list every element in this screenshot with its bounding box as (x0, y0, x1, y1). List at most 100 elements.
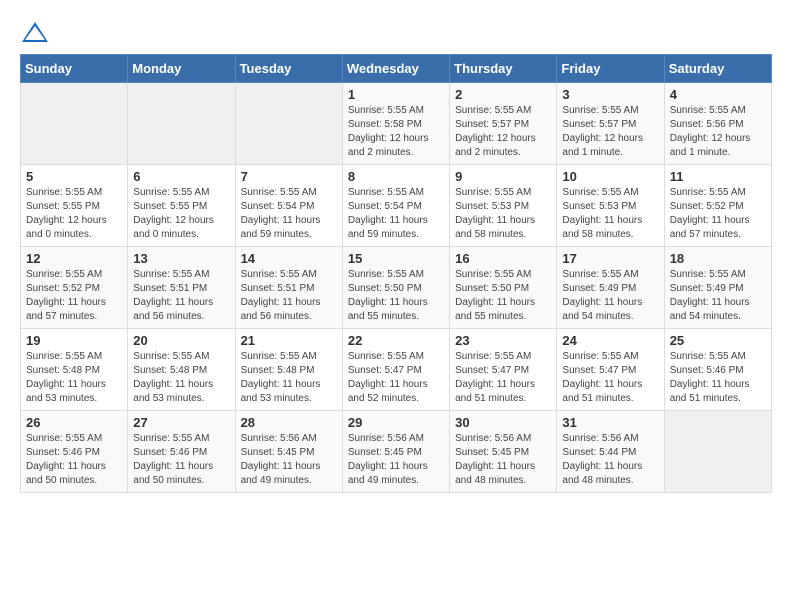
calendar-cell (664, 411, 771, 493)
weekday-header-sunday: Sunday (21, 55, 128, 83)
day-info: Sunrise: 5:55 AM Sunset: 5:50 PM Dayligh… (455, 268, 551, 324)
day-info: Sunrise: 5:56 AM Sunset: 5:44 PM Dayligh… (562, 432, 658, 488)
day-number: 4 (670, 87, 766, 102)
day-info: Sunrise: 5:55 AM Sunset: 5:48 PM Dayligh… (26, 350, 122, 406)
calendar-cell: 26 Sunrise: 5:55 AM Sunset: 5:46 PM Dayli… (21, 411, 128, 493)
day-number: 1 (348, 87, 444, 102)
day-info: Sunrise: 5:55 AM Sunset: 5:48 PM Dayligh… (133, 350, 229, 406)
day-info: Sunrise: 5:55 AM Sunset: 5:52 PM Dayligh… (26, 268, 122, 324)
day-info: Sunrise: 5:55 AM Sunset: 5:54 PM Dayligh… (241, 186, 337, 242)
weekday-header-wednesday: Wednesday (342, 55, 449, 83)
calendar-cell: 10 Sunrise: 5:55 AM Sunset: 5:53 PM Dayli… (557, 165, 664, 247)
calendar-cell (235, 83, 342, 165)
calendar-cell: 22Sunrise: 5:55 AM Sunset: 5:47 PM Dayli… (342, 329, 449, 411)
weekday-header-thursday: Thursday (450, 55, 557, 83)
page-header (20, 20, 772, 44)
calendar-cell: 28Sunrise: 5:56 AM Sunset: 5:45 PM Dayli… (235, 411, 342, 493)
day-number: 5 (26, 169, 122, 184)
calendar-cell: 8 Sunrise: 5:55 AM Sunset: 5:54 PM Daylig… (342, 165, 449, 247)
day-info: Sunrise: 5:55 AM Sunset: 5:46 PM Dayligh… (670, 350, 766, 406)
calendar-cell: 12 Sunrise: 5:55 AM Sunset: 5:52 PM Dayli… (21, 247, 128, 329)
calendar-cell: 1 Sunrise: 5:55 AM Sunset: 5:58 PM Daylig… (342, 83, 449, 165)
day-info: Sunrise: 5:55 AM Sunset: 5:51 PM Dayligh… (241, 268, 337, 324)
day-info: Sunrise: 5:55 AM Sunset: 5:54 PM Dayligh… (348, 186, 444, 242)
calendar-cell: 2 Sunrise: 5:55 AM Sunset: 5:57 PM Daylig… (450, 83, 557, 165)
weekday-header-row: SundayMondayTuesdayWednesdayThursdayFrid… (21, 55, 772, 83)
calendar-cell: 31 Sunrise: 5:56 AM Sunset: 5:44 PM Dayli… (557, 411, 664, 493)
day-number: 21 (241, 333, 337, 348)
calendar-cell (21, 83, 128, 165)
day-number: 20 (133, 333, 229, 348)
calendar-cell: 9 Sunrise: 5:55 AM Sunset: 5:53 PM Daylig… (450, 165, 557, 247)
day-info: Sunrise: 5:55 AM Sunset: 5:49 PM Dayligh… (562, 268, 658, 324)
day-number: 8 (348, 169, 444, 184)
day-info: Sunrise: 5:55 AM Sunset: 5:52 PM Dayligh… (670, 186, 766, 242)
logo (20, 20, 54, 44)
calendar-cell: 23 Sunrise: 5:55 AM Sunset: 5:47 PM Dayli… (450, 329, 557, 411)
day-info: Sunrise: 5:55 AM Sunset: 5:49 PM Dayligh… (670, 268, 766, 324)
calendar-week-row: 19Sunrise: 5:55 AM Sunset: 5:48 PM Dayli… (21, 329, 772, 411)
calendar-week-row: 26 Sunrise: 5:55 AM Sunset: 5:46 PM Dayli… (21, 411, 772, 493)
day-number: 31 (562, 415, 658, 430)
day-number: 15 (348, 251, 444, 266)
day-info: Sunrise: 5:55 AM Sunset: 5:57 PM Dayligh… (455, 104, 551, 160)
day-number: 27 (133, 415, 229, 430)
day-info: Sunrise: 5:55 AM Sunset: 5:47 PM Dayligh… (562, 350, 658, 406)
calendar-cell: 25 Sunrise: 5:55 AM Sunset: 5:46 PM Dayli… (664, 329, 771, 411)
calendar-cell (128, 83, 235, 165)
calendar-cell: 3 Sunrise: 5:55 AM Sunset: 5:57 PM Daylig… (557, 83, 664, 165)
calendar-week-row: 12 Sunrise: 5:55 AM Sunset: 5:52 PM Dayli… (21, 247, 772, 329)
day-number: 6 (133, 169, 229, 184)
calendar-cell: 16 Sunrise: 5:55 AM Sunset: 5:50 PM Dayli… (450, 247, 557, 329)
day-number: 29 (348, 415, 444, 430)
calendar-cell: 14 Sunrise: 5:55 AM Sunset: 5:51 PM Dayli… (235, 247, 342, 329)
day-info: Sunrise: 5:55 AM Sunset: 5:47 PM Dayligh… (348, 350, 444, 406)
day-info: Sunrise: 5:55 AM Sunset: 5:56 PM Dayligh… (670, 104, 766, 160)
day-info: Sunrise: 5:56 AM Sunset: 5:45 PM Dayligh… (241, 432, 337, 488)
calendar-cell: 20 Sunrise: 5:55 AM Sunset: 5:48 PM Dayli… (128, 329, 235, 411)
day-number: 14 (241, 251, 337, 266)
day-info: Sunrise: 5:55 AM Sunset: 5:48 PM Dayligh… (241, 350, 337, 406)
day-info: Sunrise: 5:55 AM Sunset: 5:53 PM Dayligh… (455, 186, 551, 242)
day-info: Sunrise: 5:55 AM Sunset: 5:50 PM Dayligh… (348, 268, 444, 324)
calendar-cell: 29 Sunrise: 5:56 AM Sunset: 5:45 PM Dayli… (342, 411, 449, 493)
day-info: Sunrise: 5:55 AM Sunset: 5:53 PM Dayligh… (562, 186, 658, 242)
day-number: 3 (562, 87, 658, 102)
day-number: 13 (133, 251, 229, 266)
day-number: 26 (26, 415, 122, 430)
calendar-cell: 27Sunrise: 5:55 AM Sunset: 5:46 PM Dayli… (128, 411, 235, 493)
calendar-cell: 13 Sunrise: 5:55 AM Sunset: 5:51 PM Dayli… (128, 247, 235, 329)
day-number: 12 (26, 251, 122, 266)
day-number: 7 (241, 169, 337, 184)
day-number: 10 (562, 169, 658, 184)
calendar-cell: 21 Sunrise: 5:55 AM Sunset: 5:48 PM Dayli… (235, 329, 342, 411)
calendar-cell: 11 Sunrise: 5:55 AM Sunset: 5:52 PM Dayli… (664, 165, 771, 247)
day-info: Sunrise: 5:55 AM Sunset: 5:55 PM Dayligh… (133, 186, 229, 242)
calendar-cell: 19Sunrise: 5:55 AM Sunset: 5:48 PM Dayli… (21, 329, 128, 411)
calendar-cell: 5 Sunrise: 5:55 AM Sunset: 5:55 PM Daylig… (21, 165, 128, 247)
day-number: 23 (455, 333, 551, 348)
weekday-header-friday: Friday (557, 55, 664, 83)
day-number: 2 (455, 87, 551, 102)
day-info: Sunrise: 5:56 AM Sunset: 5:45 PM Dayligh… (455, 432, 551, 488)
day-number: 16 (455, 251, 551, 266)
day-number: 18 (670, 251, 766, 266)
day-number: 25 (670, 333, 766, 348)
day-info: Sunrise: 5:55 AM Sunset: 5:58 PM Dayligh… (348, 104, 444, 160)
calendar-cell: 17Sunrise: 5:55 AM Sunset: 5:49 PM Dayli… (557, 247, 664, 329)
day-info: Sunrise: 5:55 AM Sunset: 5:46 PM Dayligh… (26, 432, 122, 488)
day-info: Sunrise: 5:56 AM Sunset: 5:45 PM Dayligh… (348, 432, 444, 488)
calendar-table: SundayMondayTuesdayWednesdayThursdayFrid… (20, 54, 772, 493)
day-info: Sunrise: 5:55 AM Sunset: 5:47 PM Dayligh… (455, 350, 551, 406)
day-info: Sunrise: 5:55 AM Sunset: 5:51 PM Dayligh… (133, 268, 229, 324)
day-number: 9 (455, 169, 551, 184)
day-info: Sunrise: 5:55 AM Sunset: 5:57 PM Dayligh… (562, 104, 658, 160)
day-info: Sunrise: 5:55 AM Sunset: 5:55 PM Dayligh… (26, 186, 122, 242)
calendar-cell: 30 Sunrise: 5:56 AM Sunset: 5:45 PM Dayli… (450, 411, 557, 493)
weekday-header-saturday: Saturday (664, 55, 771, 83)
calendar-cell: 15 Sunrise: 5:55 AM Sunset: 5:50 PM Dayli… (342, 247, 449, 329)
day-number: 30 (455, 415, 551, 430)
day-number: 11 (670, 169, 766, 184)
weekday-header-monday: Monday (128, 55, 235, 83)
calendar-week-row: 5 Sunrise: 5:55 AM Sunset: 5:55 PM Daylig… (21, 165, 772, 247)
